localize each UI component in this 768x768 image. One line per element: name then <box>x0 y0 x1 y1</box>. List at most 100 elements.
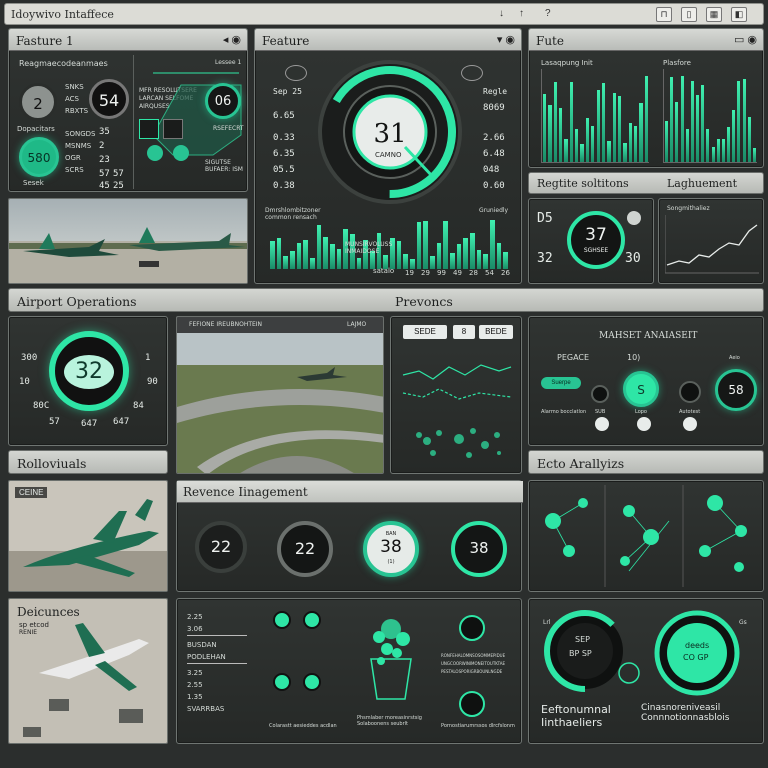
chart-bar <box>580 144 584 162</box>
regite-title: Regtite soltitons <box>537 177 629 190</box>
market-small-label: Autotest <box>679 409 701 415</box>
chart-bar <box>628 123 632 162</box>
chart-bar <box>670 77 674 162</box>
chart-bar <box>450 253 455 269</box>
chart-bar <box>303 240 308 269</box>
split-icon[interactable]: ◧ <box>731 7 747 22</box>
planet-icon <box>461 65 483 81</box>
window-title: Idoywivo Intaffece <box>11 8 114 21</box>
chart-bar <box>617 96 622 162</box>
route-tag[interactable]: 8 <box>453 325 475 339</box>
fute-left-label: Lasaqpung Init <box>541 59 593 67</box>
regite-gauge: 37 SGHSEE <box>567 211 625 269</box>
market-panel: MAHSET ANAIASEIT PEGACE 10) Suerpe S 58 … <box>528 316 764 446</box>
chart-bar <box>575 129 579 162</box>
chart-bar <box>690 81 694 162</box>
feature-right-val: 048 <box>483 165 500 175</box>
titlebar-help-icon[interactable]: ? <box>545 8 551 19</box>
feature1-gauge-left: 2 <box>19 83 57 121</box>
chart-bar <box>443 221 448 269</box>
feature-axis-label: satalo <box>373 267 395 275</box>
toggle-icon[interactable] <box>303 611 321 629</box>
list-row: 3.25 <box>187 669 203 677</box>
titlebar-up-icon[interactable]: ↑ <box>519 8 524 19</box>
eftonal-title-a: Eeftonumnal Iinthaeliers <box>541 703 611 729</box>
rollovers-title: Rolloviuals <box>17 456 87 471</box>
runway-title-left: FEFIONE IREUBNOHTEIN <box>189 321 263 328</box>
route-tag[interactable]: SEDE <box>403 325 447 339</box>
feature-left-val: Sep 25 <box>273 87 302 96</box>
chip-icon <box>163 119 183 139</box>
settings-icon[interactable]: ▦ <box>706 7 722 22</box>
chart-bar <box>476 250 482 269</box>
chart-bar <box>596 90 600 162</box>
chart-bar <box>416 222 422 269</box>
toggle-icon[interactable] <box>595 417 609 431</box>
feature-axis-tick: 26 <box>501 269 510 277</box>
chart-bar <box>290 251 295 269</box>
list-row: PODLEHAN <box>187 653 226 661</box>
revenue-gauge: 22 <box>277 521 333 577</box>
fute-right-chart <box>663 69 757 163</box>
route-tag[interactable]: BEDE <box>479 325 513 339</box>
chart-bar <box>644 76 648 162</box>
route-map <box>402 364 512 458</box>
chart-bar <box>463 238 468 269</box>
regite-right-title: Laghuement <box>667 177 738 190</box>
chart-bar <box>585 118 590 162</box>
list-row: 2.55 <box>187 681 203 689</box>
feature-title: Feature <box>262 34 310 48</box>
feature1-panel: Fasture 1 ◂ ◉ Reagmaecodeanmaes 2 54 Dop… <box>8 28 248 192</box>
chart-bar <box>564 139 568 162</box>
chart-bar <box>559 108 563 162</box>
chart-bar <box>711 147 715 162</box>
chart-bar <box>316 225 322 269</box>
feature-left-val: 6.65 <box>273 111 295 121</box>
ops-num-left: 300 <box>21 353 38 363</box>
toggle-icon[interactable] <box>627 211 641 225</box>
bookmark-icon[interactable]: ▯ <box>681 7 697 22</box>
lock-icon[interactable]: ⊓ <box>656 7 672 22</box>
chart-bar <box>543 94 547 162</box>
titlebar-down-icon[interactable]: ↓ <box>499 8 504 19</box>
toggle-icon[interactable] <box>303 673 321 691</box>
feature1-mid-text: OGR <box>65 154 81 162</box>
ops-num-left: 80C <box>33 401 50 411</box>
fute-header: Fute ▭ ◉ <box>529 29 763 51</box>
chart-bar <box>276 238 282 269</box>
ops-gauge: 32 <box>49 331 129 411</box>
runway-photo-1 <box>8 198 248 284</box>
chart-bar <box>270 241 275 269</box>
ecto-title: Ecto Arallyizs <box>537 456 625 471</box>
fute-menu-icon[interactable]: ▭ ◉ <box>734 33 757 46</box>
runway-aerial-image <box>177 317 383 473</box>
chart-bar <box>607 141 611 162</box>
toggle-icon[interactable] <box>683 417 697 431</box>
market-pill[interactable]: Suerpe <box>541 377 581 389</box>
list-row: BUSDAN <box>187 641 217 649</box>
feature1-gauge-mid: 54 <box>89 79 129 119</box>
feature1-right-label: RSEFECRT <box>213 125 244 132</box>
feature-right-val: 0.60 <box>483 181 505 191</box>
feature-axis-tick: 28 <box>469 269 478 277</box>
toggle-icon[interactable] <box>273 673 291 691</box>
chart-bar <box>623 143 627 162</box>
ops-num-left: 10 <box>19 377 30 387</box>
toggle-icon[interactable] <box>637 417 651 431</box>
feature1-menu-icon[interactable]: ◂ ◉ <box>223 33 241 46</box>
feature-right-val: Regle <box>483 87 508 96</box>
feature1-bottom-right: SIGUTSE BUFAER: ISM <box>205 159 243 173</box>
feature-right-val: 8069 <box>483 103 505 113</box>
leaf-icon <box>459 691 485 717</box>
chart-bar <box>665 121 669 162</box>
regite-panel: D5 32 37 SGHSEE 30 <box>528 198 654 284</box>
feature-axis-tick: 54 <box>485 269 494 277</box>
list-row: SVARRBAS <box>187 705 225 713</box>
chart-bar <box>685 129 689 162</box>
toggle-icon[interactable] <box>273 611 291 629</box>
feature1-mid-text: RBXTS <box>65 107 89 115</box>
market-gauge-a: S <box>623 371 659 407</box>
feature-center-label: CAMNO <box>375 151 402 159</box>
feature-menu-icon[interactable]: ▾ ◉ <box>497 33 515 46</box>
ring-a-top: SEP <box>575 635 590 644</box>
